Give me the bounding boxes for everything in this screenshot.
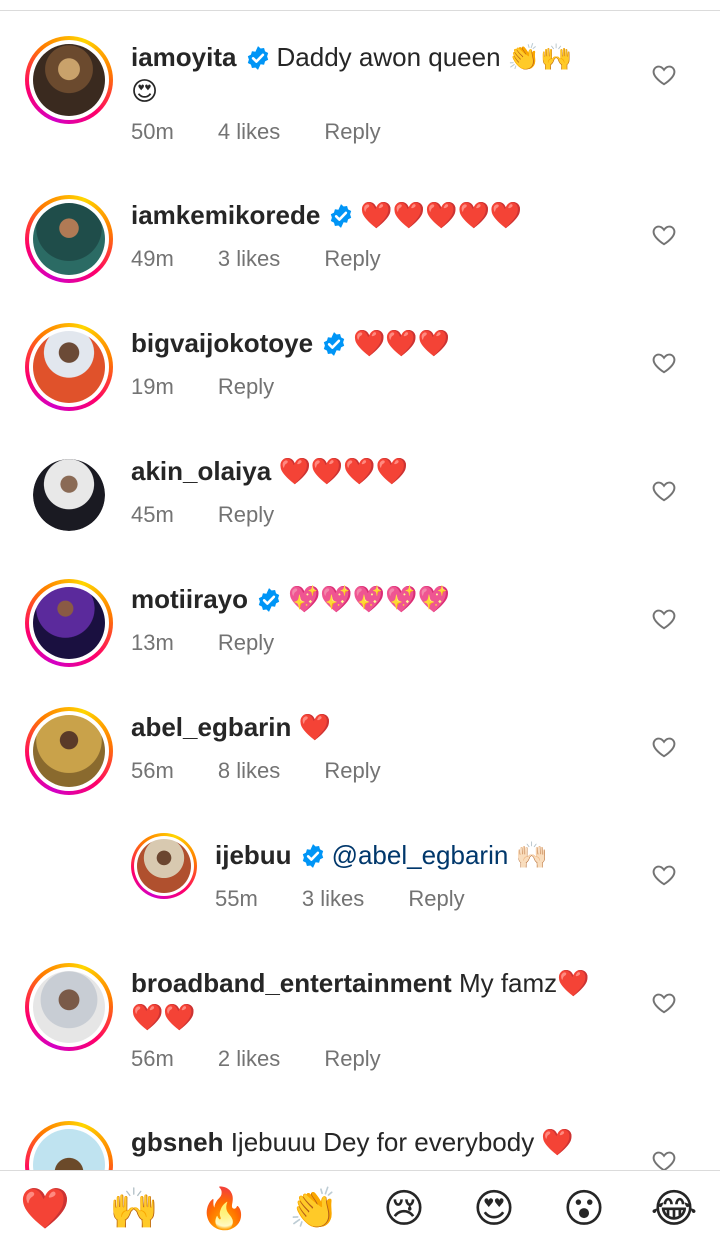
like-heart-icon[interactable] (651, 990, 677, 1016)
comment-text: ❤️ (298, 712, 332, 742)
comment-likes[interactable]: 2 likes (218, 1045, 280, 1073)
reply-button[interactable]: Reply (324, 757, 380, 785)
verified-badge-icon (247, 46, 268, 70)
avatar[interactable] (25, 323, 113, 411)
comment-likes[interactable]: 8 likes (218, 757, 280, 785)
like-heart-icon[interactable] (651, 350, 677, 376)
comment-time: 56m (131, 758, 174, 783)
avatar[interactable] (25, 195, 113, 283)
comment-time: 55m (215, 886, 258, 911)
comment-likes[interactable]: 3 likes (218, 245, 280, 273)
comment-text: ❤️❤️❤️❤️ (278, 456, 408, 486)
reaction-heart-eyes-button[interactable]: 😍 (464, 1181, 524, 1237)
comment-likes[interactable]: 4 likes (218, 118, 280, 146)
comment-username[interactable]: akin_olaiya (131, 456, 271, 486)
reply-button[interactable]: Reply (408, 885, 464, 913)
avatar[interactable] (25, 963, 113, 1051)
comment-text: 🙌🏻 (515, 840, 548, 870)
comment-text-continued: ❤️❤️ (131, 1002, 196, 1032)
comment-username[interactable]: broadband_entertainment (131, 968, 452, 998)
comment-time: 45m (131, 502, 174, 527)
like-heart-icon[interactable] (651, 62, 677, 88)
like-heart-icon[interactable] (651, 222, 677, 248)
reply-button[interactable]: Reply (324, 1045, 380, 1073)
reply-button[interactable]: Reply (324, 245, 380, 273)
reply-button[interactable]: Reply (218, 629, 274, 657)
avatar[interactable] (25, 1121, 113, 1170)
comment-username[interactable]: ijebuu (215, 840, 292, 870)
mention-link[interactable]: @abel_egbarin (332, 840, 509, 870)
reaction-laughing-button[interactable]: 😂 (644, 1181, 704, 1237)
comment-username[interactable]: abel_egbarin (131, 712, 291, 742)
comment-username[interactable]: bigvaijokotoye (131, 328, 313, 358)
quick-reaction-bar: ❤️ 🙌 🔥 👏 😢 😍 😮 😂 (0, 1171, 720, 1238)
comment-username[interactable]: iamkemikorede (131, 200, 320, 230)
comment-text: 💖💖💖💖💖 (288, 584, 450, 614)
comment-time: 19m (131, 374, 174, 399)
like-heart-icon[interactable] (651, 478, 677, 504)
comment-text: ❤️❤️❤️ (353, 328, 451, 358)
reaction-surprised-button[interactable]: 😮 (554, 1181, 614, 1237)
reaction-raised-hands-button[interactable]: 🙌 (104, 1181, 164, 1237)
verified-badge-icon (331, 204, 352, 228)
like-heart-icon[interactable] (651, 1148, 677, 1170)
comment-username[interactable]: gbsneh (131, 1127, 223, 1157)
verified-badge-icon (258, 588, 280, 612)
comment-text: Ijebuuu Dey for everybody ❤️ (230, 1127, 574, 1157)
comments-list: iamoyita Daddy awon queen 👏🙌 😍 50m 4 like… (0, 0, 720, 1170)
avatar[interactable] (33, 459, 105, 531)
reaction-clap-button[interactable]: 👏 (284, 1181, 344, 1237)
comment-likes[interactable]: 3 likes (302, 885, 364, 913)
avatar[interactable] (131, 833, 197, 899)
verified-badge-icon (302, 844, 323, 868)
comment-text: My famz❤️ (458, 968, 590, 998)
like-heart-icon[interactable] (651, 606, 677, 632)
comment-username[interactable]: motiirayo (131, 584, 248, 614)
avatar[interactable] (25, 579, 113, 667)
avatar[interactable] (25, 707, 113, 795)
comment-text: ❤️❤️❤️❤️❤️ (360, 200, 523, 230)
reply-button[interactable]: Reply (218, 373, 274, 401)
reply-button[interactable]: Reply (324, 118, 380, 146)
verified-badge-icon (323, 332, 345, 356)
comment-time: 13m (131, 630, 174, 655)
like-heart-icon[interactable] (651, 862, 677, 888)
comment-text: Daddy awon queen 👏🙌 (276, 42, 573, 72)
reaction-crying-button[interactable]: 😢 (374, 1181, 434, 1237)
reaction-heart-button[interactable]: ❤️ (15, 1181, 75, 1237)
reply-button[interactable]: Reply (218, 501, 274, 529)
avatar[interactable] (25, 36, 113, 124)
comment-time: 56m (131, 1046, 174, 1071)
reaction-fire-button[interactable]: 🔥 (194, 1181, 254, 1237)
comment-time: 50m (131, 119, 174, 144)
comment-username[interactable]: iamoyita (131, 42, 237, 72)
comment-text-continued: 😍 (131, 76, 159, 106)
comment-time: 49m (131, 246, 174, 271)
like-heart-icon[interactable] (651, 734, 677, 760)
